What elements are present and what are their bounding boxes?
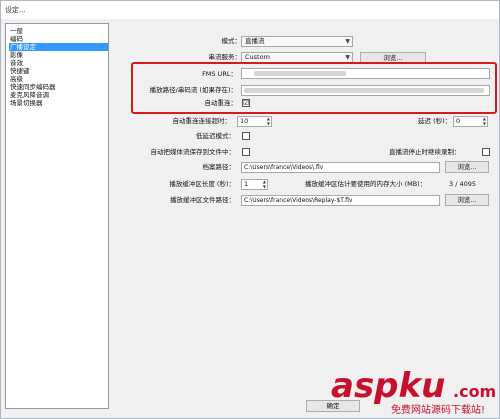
sidebar-item-video[interactable]: 影像 (9, 51, 108, 59)
aspku-watermark-logo: aspku .com 免费网站源码下载站! (331, 366, 496, 416)
service-value: Custom (245, 53, 270, 61)
buffer-length-label: 播放缓冲区长度 (秒)： (169, 180, 235, 188)
save-to-file-label: 自动把媒体流保存到文件中： (150, 148, 236, 156)
sidebar-item-audio[interactable]: 音效 (9, 59, 108, 67)
buffer-file-label: 播放缓冲区文件路径： (170, 196, 235, 204)
watermark-brand: aspku (331, 366, 445, 406)
continue-record-label: 直播流停止时继续录制： (389, 148, 461, 156)
reconnect-timeout-value: 10 (240, 117, 249, 125)
sidebar-item-quicksync[interactable]: 快速同步编码器 (9, 83, 108, 91)
watermark-slogan: 免费网站源码下载站! (391, 403, 485, 416)
buffer-length-value: 1 (244, 180, 249, 188)
settings-window: 设定... 一般 编码 广播设定 影像 音效 快捷键 高级 快速同步编码器 麦克… (0, 0, 500, 419)
spin-arrows-icon[interactable]: ▲ ▼ (483, 116, 486, 126)
sidebar-item-scene-switcher[interactable]: 场景切换器 (9, 99, 108, 107)
chevron-down-icon: ▼ (345, 54, 350, 61)
low-latency-checkbox[interactable] (242, 132, 250, 140)
sidebar-item-general[interactable]: 一般 (9, 27, 108, 35)
mode-select[interactable]: 直播流 ▼ (241, 36, 353, 47)
low-latency-label: 低延迟模式： (196, 132, 235, 140)
mode-value: 直播流 (245, 37, 265, 45)
delay-label: 延迟 (秒)： (418, 117, 452, 125)
mode-label: 模式： (221, 37, 242, 45)
reconnect-timeout-label: 自动重连连接超时： (172, 117, 232, 125)
watermark-suffix: .com (453, 382, 496, 401)
delay-stepper[interactable]: 0 ▲ ▼ (453, 116, 488, 127)
settings-sidebar: 一般 编码 广播设定 影像 音效 快捷键 高级 快速同步编码器 麦克风降音调 场… (5, 23, 109, 409)
sidebar-item-advanced[interactable]: 高级 (9, 75, 108, 83)
chevron-down-icon: ▼ (345, 38, 350, 45)
reconnect-timeout-stepper[interactable]: 10 ▲ ▼ (237, 116, 272, 127)
sidebar-item-broadcast[interactable]: 广播设定 (9, 43, 108, 51)
sidebar-item-hotkeys[interactable]: 快捷键 (9, 67, 108, 75)
buffer-memory-value: 3 / 4095 (449, 180, 476, 188)
highlight-annotation-box (131, 62, 497, 114)
spin-arrows-icon[interactable]: ▲ ▼ (263, 179, 266, 189)
buffer-file-input[interactable]: C:\Users\france\Videos\Replay-$T.flv (241, 195, 440, 206)
continue-record-checkbox[interactable] (482, 148, 490, 156)
buffer-memory-label: 播放缓冲区估计要使用的内存大小 (MB)： (305, 180, 427, 188)
service-label: 串流服务： (208, 53, 242, 61)
sidebar-item-mic[interactable]: 麦克风降音调 (9, 91, 108, 99)
file-path-input[interactable]: C:\Users\france\Videos\.flv (241, 162, 440, 173)
save-to-file-checkbox[interactable] (242, 148, 250, 156)
sidebar-item-encoding[interactable]: 编码 (9, 35, 108, 43)
delay-value: 0 (456, 117, 461, 125)
file-path-label: 档案路径： (202, 163, 236, 171)
buffer-browse-button[interactable]: 浏览... (445, 194, 489, 206)
file-browse-button[interactable]: 浏览... (445, 161, 489, 173)
spin-arrows-icon[interactable]: ▲ ▼ (267, 116, 270, 126)
buffer-length-stepper[interactable]: 1 ▲ ▼ (241, 179, 268, 190)
window-title: 设定... (1, 1, 499, 19)
